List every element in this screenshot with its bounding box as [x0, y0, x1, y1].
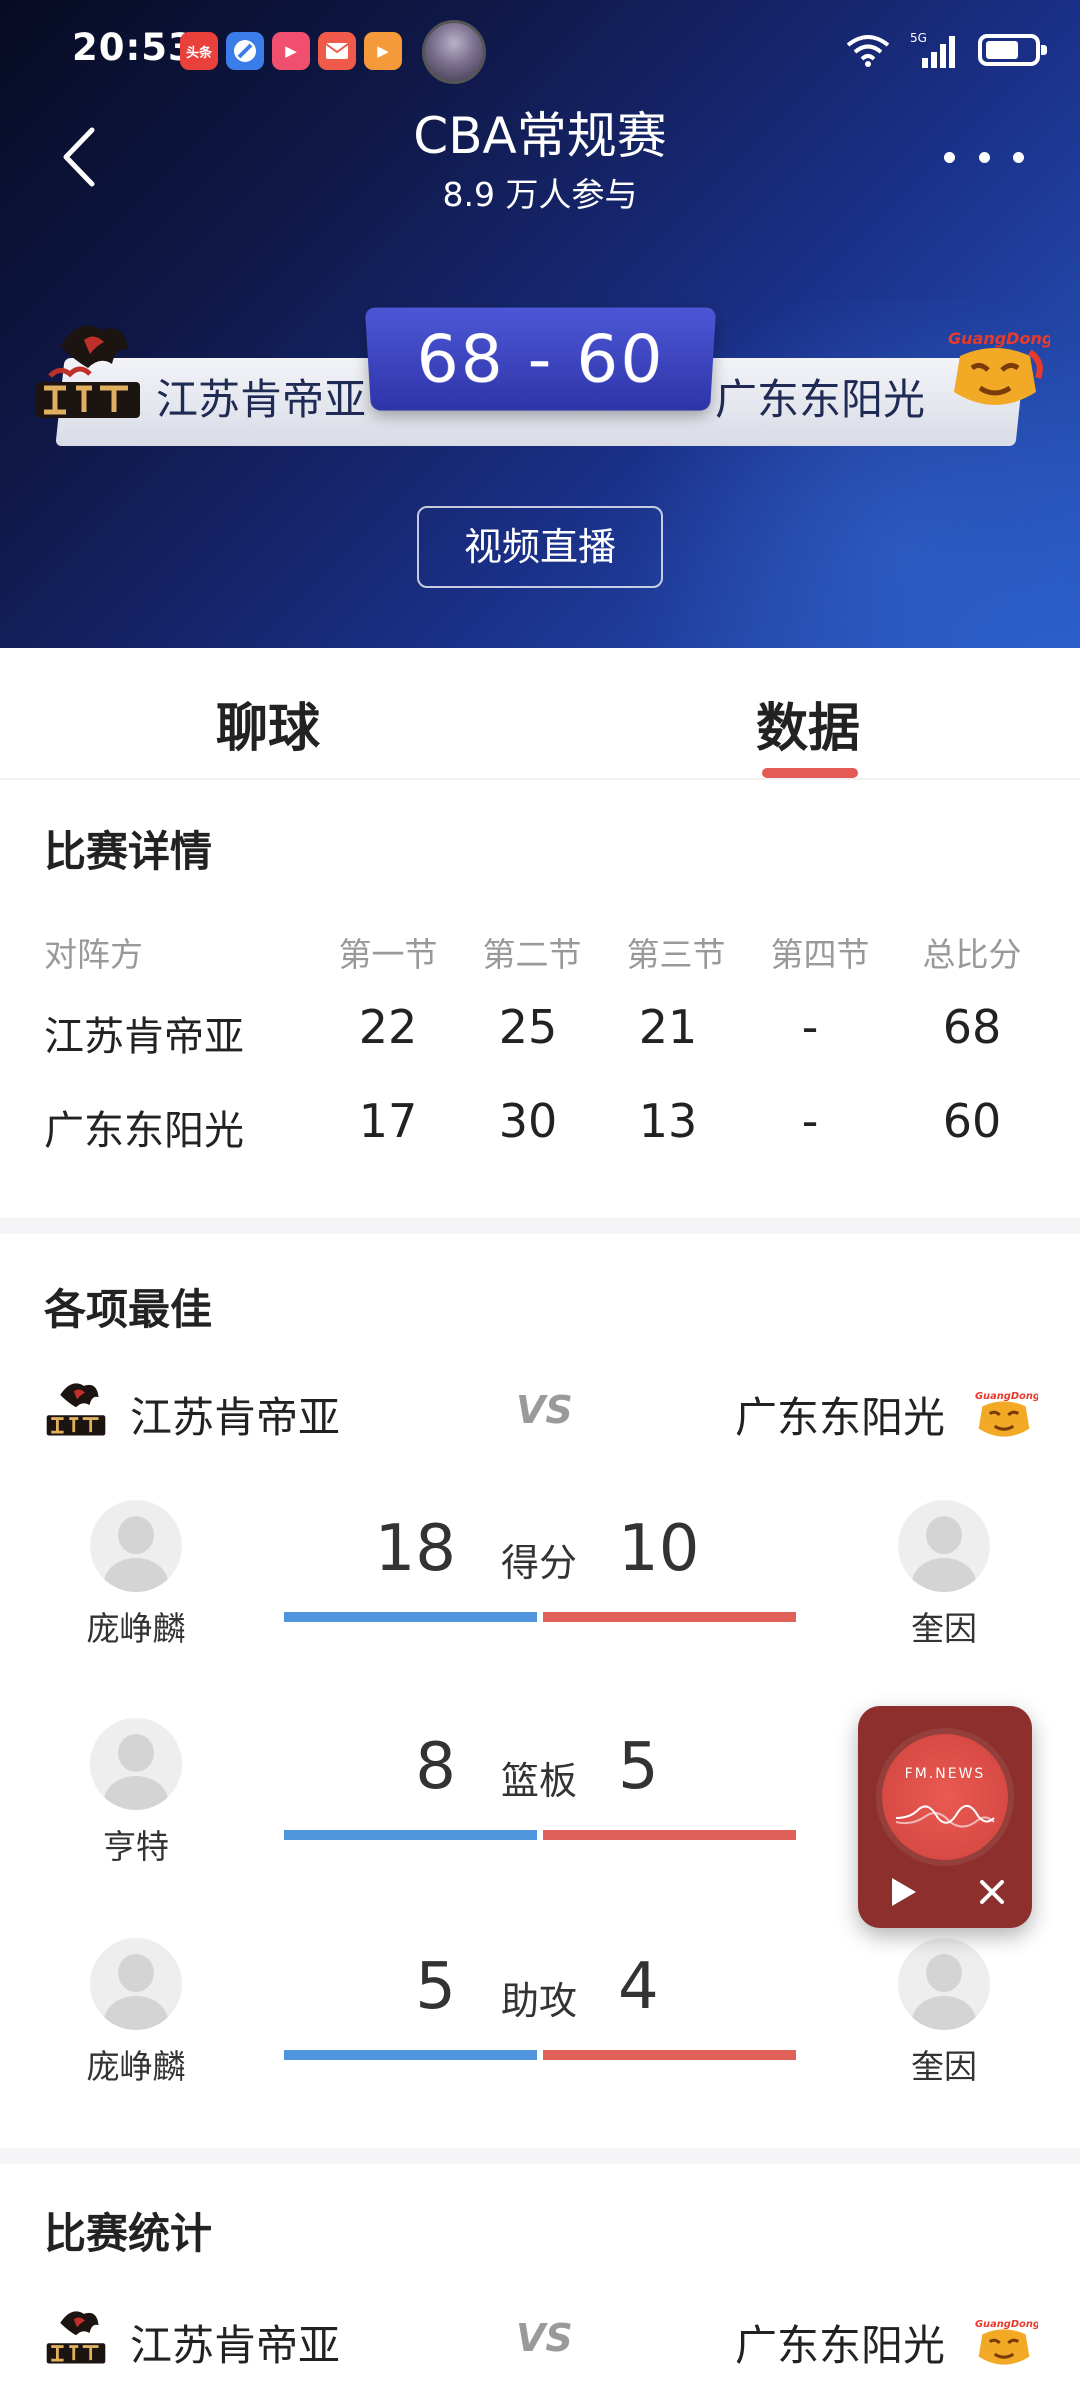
player-avatar[interactable] — [90, 1938, 182, 2030]
tab-chat[interactable]: 聊球 — [216, 686, 320, 761]
q3-score: 13 — [638, 1094, 698, 1148]
home-player-name: 庞峥麟 — [86, 2047, 186, 2086]
table-header-team: 对阵方 — [44, 935, 143, 974]
match-header: 20:53 头条 ▶ ▶ 5G CBA常规赛 8.9 万人参与 江苏肯帝亚 68… — [0, 0, 1080, 648]
table-header-q2: 第二节 — [482, 935, 582, 974]
more-options-icon[interactable] — [944, 132, 1024, 182]
page-title: CBA常规赛 — [413, 107, 667, 165]
tab-data[interactable]: 数据 — [756, 686, 860, 761]
svg-text:5G: 5G — [910, 31, 927, 45]
media-app-icon: ▶ — [364, 32, 402, 70]
q2-score: 25 — [498, 1000, 558, 1054]
home-team-name: 江苏肯帝亚 — [156, 375, 367, 424]
away-stat-value: 10 — [618, 1512, 700, 1586]
table-header-total: 总比分 — [922, 935, 1022, 974]
active-tab-indicator — [762, 768, 858, 778]
mail-app-icon — [318, 32, 356, 70]
stat-category-label: 篮板 — [500, 1759, 577, 1803]
home-team-name: 江苏肯帝亚 — [130, 1393, 341, 1442]
away-stat-value: 5 — [618, 1730, 659, 1804]
home-team-name: 江苏肯帝亚 — [130, 2321, 341, 2370]
content-tabs: 聊球 数据 — [0, 648, 1080, 780]
away-player-name: 奎因 — [911, 2047, 977, 2086]
jiangsu-team-logo — [46, 1383, 106, 1436]
svg-text:GuangDong: GuangDong — [975, 2319, 1038, 2330]
stat-category-label: 助攻 — [500, 1979, 577, 2023]
home-stat-value: 18 — [374, 1512, 456, 1586]
browser-icon — [226, 32, 264, 70]
away-team-name: 广东东阳光 — [715, 375, 926, 424]
away-stat-bar — [543, 1612, 796, 1622]
away-player-name: 奎因 — [911, 1609, 977, 1648]
svg-text:GuangDong: GuangDong — [975, 1391, 1038, 1402]
player-avatar[interactable] — [90, 1500, 182, 1592]
home-stat-bar — [284, 1830, 537, 1840]
row-team-name: 江苏肯帝亚 — [44, 1014, 244, 1060]
vs-label: VS — [516, 1388, 573, 1432]
vs-label: VS — [516, 2316, 573, 2360]
table-header-q1: 第一节 — [338, 935, 438, 974]
q4-score: - — [801, 1000, 819, 1054]
status-bar: 20:53 头条 ▶ ▶ 5G — [0, 0, 1080, 100]
jiangsu-team-logo — [46, 2311, 106, 2364]
stat-category-label: 得分 — [500, 1541, 577, 1585]
jiangsu-team-logo — [36, 325, 140, 418]
total-score: 68 — [942, 1000, 1002, 1054]
home-stat-bar — [284, 1612, 537, 1622]
q1-score: 22 — [358, 1000, 418, 1054]
total-score: 60 — [942, 1094, 1002, 1148]
close-icon[interactable] — [970, 1870, 1014, 1914]
play-icon[interactable] — [880, 1870, 924, 1914]
home-stat-bar — [284, 2050, 537, 2060]
away-team-name: 广东东阳光 — [735, 2321, 946, 2370]
notification-icons: 头条 ▶ ▶ — [180, 32, 402, 70]
video-app-icon: ▶ — [272, 32, 310, 70]
player-avatar[interactable] — [90, 1718, 182, 1810]
away-stat-value: 4 — [618, 1950, 659, 2024]
home-player-name: 亨特 — [103, 1827, 169, 1866]
match-details-title: 比赛详情 — [44, 827, 213, 876]
system-status: 5G — [846, 30, 1047, 70]
participant-count: 8.9 万人参与 — [442, 175, 638, 214]
section-divider — [0, 1218, 1080, 1234]
home-stat-value: 8 — [415, 1730, 456, 1804]
toutiao-icon: 头条 — [180, 32, 218, 70]
floating-audio-player[interactable]: FM.NEWS — [858, 1706, 1032, 1928]
audio-wave-icon — [895, 1805, 995, 1828]
away-stat-bar — [543, 2050, 796, 2060]
cellular-signal-icon: 5G — [910, 31, 955, 68]
away-stat-bar — [543, 1830, 796, 1840]
status-avatar-icon — [422, 20, 486, 84]
away-team-name: 广东东阳光 — [735, 1393, 946, 1442]
best-players-title: 各项最佳 — [44, 1285, 213, 1334]
table-header-q3: 第三节 — [626, 935, 726, 974]
q1-score: 17 — [358, 1094, 418, 1148]
table-header-q4: 第四节 — [770, 935, 870, 974]
wifi-icon — [846, 35, 890, 67]
section-divider — [0, 2148, 1080, 2164]
guangdong-team-logo: GuangDong — [975, 2319, 1038, 2365]
q4-score: - — [801, 1094, 819, 1148]
live-video-button[interactable]: 视频直播 — [417, 506, 663, 588]
home-stat-value: 5 — [415, 1950, 456, 2024]
row-team-name: 广东东阳光 — [44, 1108, 244, 1154]
player-avatar[interactable] — [898, 1938, 990, 2030]
q2-score: 30 — [498, 1094, 558, 1148]
q3-score: 21 — [638, 1000, 698, 1054]
svg-text:GuangDong: GuangDong — [948, 329, 1050, 348]
game-stats-title: 比赛统计 — [44, 2209, 213, 2258]
guangdong-team-logo: GuangDong — [975, 1391, 1038, 1437]
guangdong-team-logo: GuangDong — [948, 329, 1050, 405]
battery-icon — [978, 34, 1047, 66]
fm-brand-label: FM.NEWS — [904, 1766, 986, 1782]
scoreline: 68 - 60 — [364, 307, 717, 411]
home-player-name: 庞峥麟 — [86, 1609, 186, 1648]
player-avatar[interactable] — [898, 1500, 990, 1592]
status-time: 20:53 — [72, 26, 195, 69]
